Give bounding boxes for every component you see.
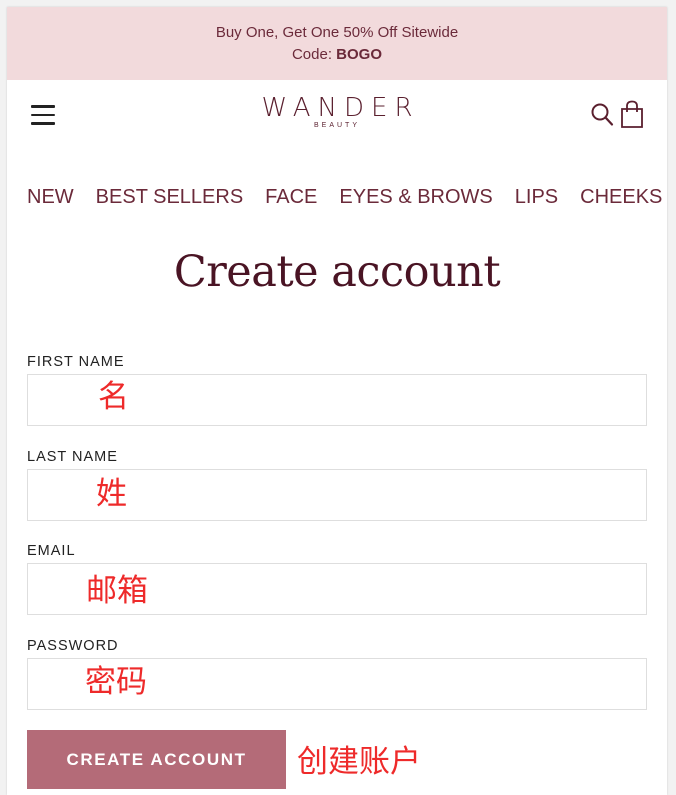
last-name-input[interactable] (27, 469, 647, 521)
first-name-input[interactable] (27, 374, 647, 426)
site-header: WANDER BEAUTY (7, 80, 667, 152)
email-label: EMAIL (27, 543, 76, 559)
email-input[interactable] (27, 563, 647, 615)
logo[interactable]: WANDER BEAUTY (237, 94, 437, 130)
nav-item-best-sellers[interactable]: BEST SELLERS (96, 184, 243, 210)
shopping-bag-icon[interactable] (620, 100, 644, 128)
nav-item-eyes-brows[interactable]: EYES & BROWS (339, 184, 492, 210)
promo-text: Buy One, Get One 50% Off Sitewide (215, 24, 459, 41)
create-account-annotation: 创建账户 (297, 744, 421, 780)
last-name-label: LAST NAME (27, 449, 118, 465)
category-nav: NEW BEST SELLERS FACE EYES & BROWS LIPS CHEEK… (27, 184, 667, 214)
nav-item-cheeks[interactable]: CHEEKS (580, 184, 662, 210)
nav-item-lips[interactable]: LIPS (515, 184, 558, 210)
nav-item-face[interactable]: FACE (265, 184, 317, 210)
page-title: Create account (173, 247, 501, 297)
password-input[interactable] (27, 658, 647, 710)
menu-icon[interactable] (31, 105, 55, 125)
page: Buy One, Get One 50% Off Sitewide Code: … (7, 7, 667, 795)
nav-item-new[interactable]: NEW (27, 184, 74, 210)
create-account-button[interactable]: CREATE ACCOUNT (27, 730, 286, 789)
password-label: PASSWORD (27, 638, 119, 654)
promo-code: BOGO (336, 46, 383, 63)
first-name-label: FIRST NAME (27, 354, 125, 370)
promo-code-line: Code: BOGO (7, 44, 667, 66)
promo-banner[interactable]: Buy One, Get One 50% Off Sitewide Code: … (7, 7, 667, 80)
logo-wordmark: WANDER (261, 93, 420, 123)
promo-code-prefix: Code: (291, 46, 337, 63)
search-icon[interactable] (590, 102, 614, 128)
